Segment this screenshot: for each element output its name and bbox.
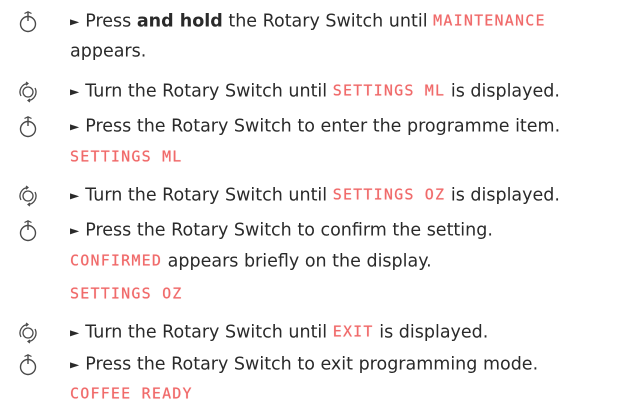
display-text: SETTINGS ML xyxy=(332,81,446,100)
bullet-arrow: ► xyxy=(70,356,80,371)
display-text: SETTINGS OZ xyxy=(70,284,183,303)
bullet-arrow: ► xyxy=(70,13,80,28)
turn-icon xyxy=(17,81,39,103)
step-confirmed-message: CONFIRMED appears briefly on the display… xyxy=(0,243,634,280)
display-text: COFFEE READY xyxy=(70,384,193,403)
instruction-text: Press the Rotary Switch to enter the pro… xyxy=(85,115,561,136)
step-continuation: appears. xyxy=(0,33,634,70)
bullet-arrow: ► xyxy=(70,187,80,202)
bullet-arrow: ► xyxy=(70,324,80,339)
instruction-text: Turn the Rotary Switch until xyxy=(85,184,333,205)
bullet-arrow: ► xyxy=(70,222,80,237)
step-turn-settings-oz: ► Turn the Rotary Switch until SETTINGS O… xyxy=(0,177,634,214)
instruction-text: Press the Rotary Switch to confirm the s… xyxy=(85,219,493,240)
display-text: CONFIRMED xyxy=(70,251,163,270)
instruction-text: Turn the Rotary Switch until xyxy=(85,80,333,101)
bullet-arrow: ► xyxy=(70,118,80,133)
press-icon xyxy=(17,10,39,33)
instruction-text: is displayed. xyxy=(445,184,560,205)
display-readout: COFFEE READY xyxy=(0,376,634,413)
display-readout: SETTINGS OZ xyxy=(0,276,634,313)
bullet-arrow: ► xyxy=(70,83,80,98)
turn-icon xyxy=(17,185,39,207)
turn-icon xyxy=(17,322,39,344)
press-icon xyxy=(17,219,39,242)
instruction-text: is displayed. xyxy=(373,321,489,342)
instruction-text: appears. xyxy=(70,40,147,61)
instruction-text: Press the Rotary Switch to exit programm… xyxy=(85,353,539,374)
display-text: SETTINGS ML xyxy=(70,147,183,166)
display-text: SETTINGS OZ xyxy=(332,185,446,204)
display-readout: SETTINGS ML xyxy=(0,139,634,176)
instruction-text: Turn the Rotary Switch until xyxy=(85,321,333,342)
display-text: MAINTENANCE xyxy=(433,11,546,30)
display-text: EXIT xyxy=(332,322,374,341)
instruction-text: Press xyxy=(85,10,137,31)
emphasis-text: and hold xyxy=(136,10,223,31)
step-turn-settings-ml: ► Turn the Rotary Switch until SETTINGS M… xyxy=(0,73,634,110)
press-icon xyxy=(17,353,39,376)
press-icon xyxy=(17,115,39,138)
instruction-text: is displayed. xyxy=(445,80,560,101)
instruction-text: appears briefly on the display. xyxy=(162,250,432,271)
instruction-text: the Rotary Switch until xyxy=(222,10,434,31)
